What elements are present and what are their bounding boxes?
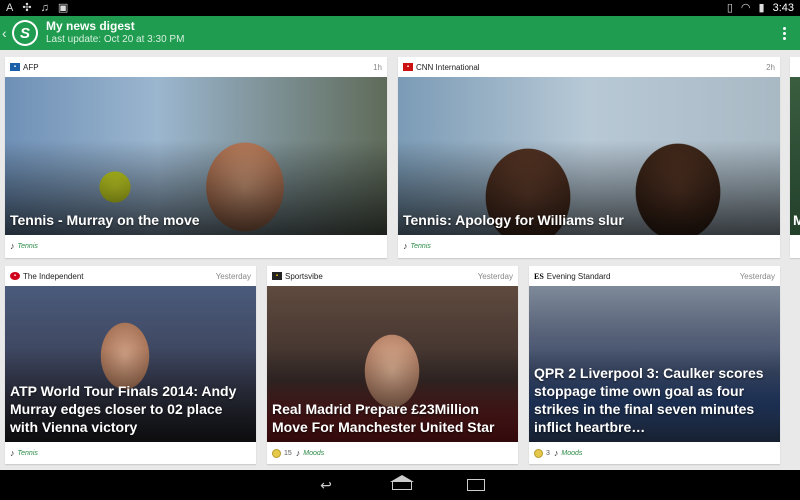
card-image[interactable]: Tennis: Apology for Williams slur [398,77,780,235]
recent-apps-icon[interactable] [467,479,485,491]
news-card[interactable]: ▪ The Independent Yesterday ATP World To… [5,266,256,464]
status-bar: A ✣ ♫ ▣ ▯ ◠ ▮ 3:43 [0,0,800,16]
card-time: Yesterday [739,271,775,281]
card-header: ES Evening Standard Yesterday [529,266,780,286]
source-logo-icon: ES [534,271,544,281]
card-headline: M [793,212,800,228]
mood-count: 3 [546,449,550,457]
wifi-icon: ◠ [740,2,751,14]
card-headline[interactable]: ATP World Tour Finals 2014: Andy Murray … [10,382,250,436]
card-time: 2h [766,62,775,72]
overflow-menu-icon[interactable] [783,26,786,40]
card-headline[interactable]: Real Madrid Prepare £23Million Move For … [272,400,512,436]
source-name: Evening Standard [546,271,611,281]
source-name: CNN International [416,62,480,72]
mood-smiley-icon [272,448,281,458]
card-header: ▪ The Independent Yesterday [5,266,256,286]
card-time: Yesterday [215,271,251,281]
card-time: Yesterday [477,271,513,281]
card-footer: ♪ Tennis [398,235,780,257]
card-headline[interactable]: Tennis: Apology for Williams slur [403,211,774,229]
app-logo[interactable]: S [12,20,38,46]
news-card[interactable]: ▪ CNN International 2h Tennis: Apology f… [398,57,780,258]
card-tag[interactable]: Tennis [18,450,38,457]
news-card[interactable]: ▪ AFP 1h Tennis - Murray on the move ♪ T… [5,57,387,258]
page-title: My news digest [46,19,135,33]
action-bar: ‹ S My news digest Last update: Oct 20 a… [0,16,800,50]
card-header: ▪ Sportsvibe Yesterday [267,266,518,286]
card-tag[interactable]: Tennis [411,243,431,250]
notification-icon-music: ♫ [40,2,49,14]
card-image[interactable]: Tennis - Murray on the move [5,77,387,235]
clock: 3:43 [772,2,794,14]
card-time: 1h [373,62,382,72]
card-header: ▪ AFP 1h [5,57,387,77]
news-grid: ▪ AFP 1h Tennis - Murray on the move ♪ T… [0,50,800,470]
card-footer: 3 ♪ Moods [529,442,780,464]
source-logo-icon: ▪ [10,63,20,71]
notification-icon-a: A [6,2,14,14]
card-tag[interactable]: Moods [303,450,324,457]
music-note-icon: ♪ [10,448,15,458]
home-icon[interactable] [390,474,414,490]
card-image[interactable]: M [790,77,800,235]
source-logo-icon: ▪ [10,272,20,280]
card-image[interactable]: QPR 2 Liverpool 3: Caulker scores stoppa… [529,286,780,442]
source-logo-icon: ▪ [272,272,282,280]
last-update-text: Last update: Oct 20 at 3:30 PM [46,34,185,45]
card-image[interactable]: Real Madrid Prepare £23Million Move For … [267,286,518,442]
music-note-icon: ♪ [403,241,408,251]
back-arrow-icon[interactable]: ↩ [315,477,337,494]
title-block: My news digest Last update: Oct 20 at 3:… [46,20,184,46]
card-footer: ♪ Tennis [5,442,256,464]
source-name: The Independent [23,271,84,281]
card-footer: ♪ Tennis [5,235,387,257]
card-headline[interactable]: QPR 2 Liverpool 3: Caulker scores stoppa… [534,364,774,436]
music-note-icon: ♪ [553,448,559,458]
notification-icon-image: ▣ [57,2,69,14]
app-logo-letter: S [14,22,36,44]
news-card-peek[interactable]: M [790,57,800,258]
music-note-icon: ♪ [295,448,301,458]
source-logo-icon: ▪ [403,63,413,71]
source-name: Sportsvibe [285,271,323,281]
news-card[interactable]: ▪ Sportsvibe Yesterday Real Madrid Prepa… [267,266,518,464]
news-card[interactable]: ES Evening Standard Yesterday QPR 2 Live… [529,266,780,464]
notification-icon-move: ✣ [22,2,32,14]
mood-smiley-icon [534,448,543,458]
back-chevron-icon[interactable]: ‹ [2,25,12,41]
status-notification-icons: A ✣ ♫ ▣ [6,0,68,16]
music-note-icon: ♪ [10,241,15,251]
battery-icon: ▮ [758,2,765,14]
card-image[interactable]: ATP World Tour Finals 2014: Andy Murray … [5,286,256,442]
navigation-bar: ↩ [0,470,800,500]
status-system-icons: ▯ ◠ ▮ 3:43 [727,0,794,16]
card-tag[interactable]: Moods [561,450,582,457]
source-name: AFP [23,62,39,72]
vibrate-icon: ▯ [726,2,733,14]
card-tag[interactable]: Tennis [18,243,38,250]
card-footer: 15 ♪ Moods [267,442,518,464]
card-headline[interactable]: Tennis - Murray on the move [10,211,381,229]
mood-count: 15 [284,449,292,457]
card-header: ▪ CNN International 2h [398,57,780,77]
